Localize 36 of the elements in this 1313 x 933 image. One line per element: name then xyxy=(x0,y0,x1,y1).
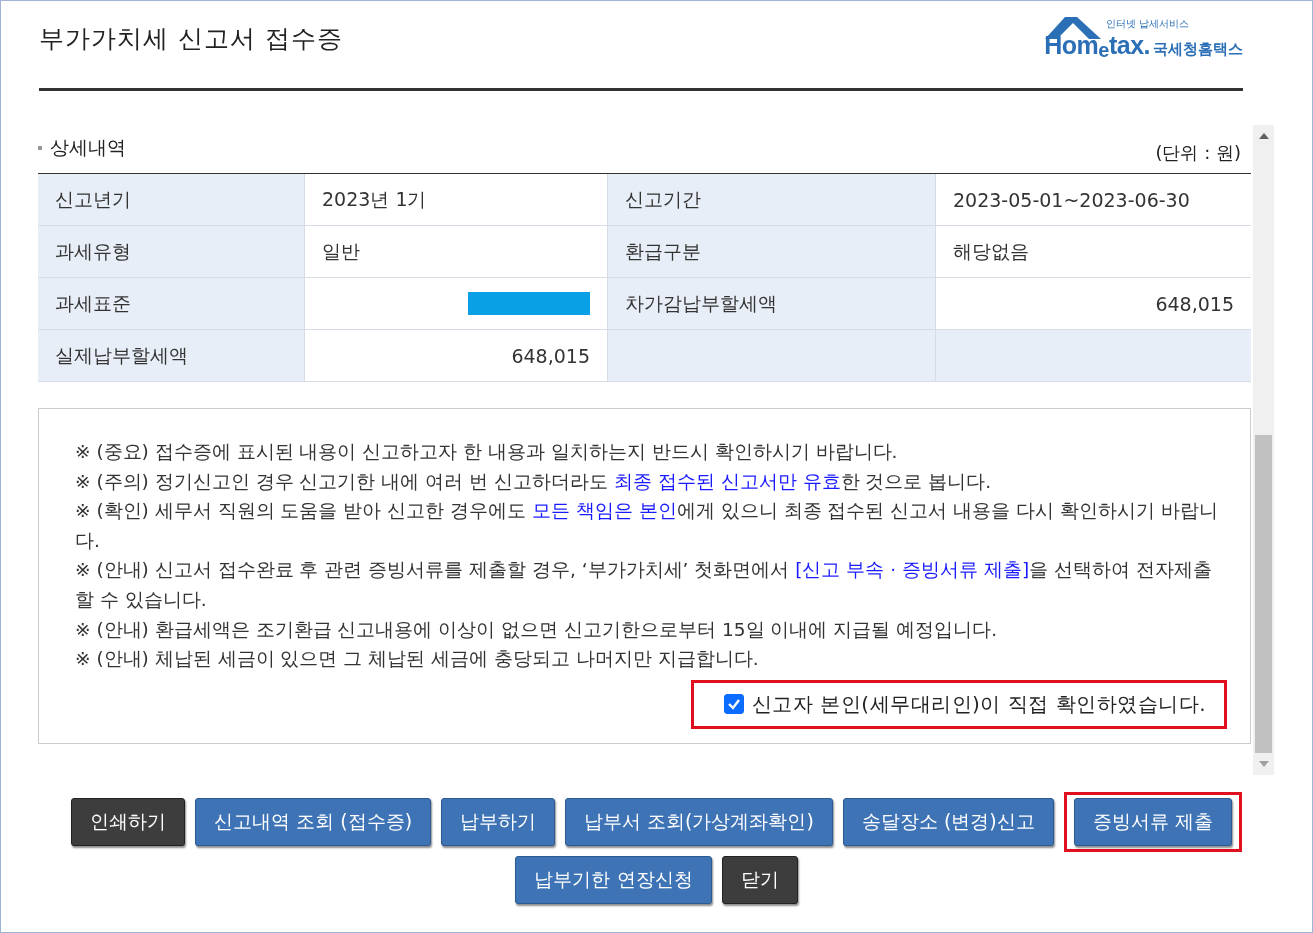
label-cell: 실제납부할세액 xyxy=(38,330,305,382)
section-title: 상세내역 xyxy=(50,135,126,160)
action-button[interactable]: 인쇄하기 xyxy=(71,798,186,846)
scrollbar[interactable] xyxy=(1253,125,1274,775)
table-cell: 해당없음 xyxy=(936,226,1251,278)
logo-wordmark: Hom$_{e}$tax. xyxy=(1044,31,1150,62)
table-cell: 2023-05-01~2023-06-30 xyxy=(936,174,1251,226)
checkbox[interactable] xyxy=(723,694,744,715)
label-cell: 차가감납부할세액 xyxy=(608,278,936,330)
notice-text: ※ (안내) 체납된 세금이 있으면 그 체납된 세금에 충당되고 나머지만 지급합니다. xyxy=(75,647,760,672)
logo-name: 국세청홈택스 xyxy=(1153,40,1243,59)
action-button[interactable]: 납부서 조회(가상계좌확인) xyxy=(565,798,833,846)
scrollbar-thumb[interactable] xyxy=(1255,435,1272,753)
label-cell: 신고기간 xyxy=(608,174,936,226)
confirmation-label: 신고자 본인(세무대리인)이 직접 확인하였습니다. xyxy=(751,690,1206,718)
action-button[interactable]: 신고내역 조회 (접수증) xyxy=(195,798,432,846)
logo-tagline: 인터넷 납세서비스 xyxy=(1106,17,1191,31)
scroll-down-icon[interactable] xyxy=(1258,761,1269,767)
notice-text: ※ (안내) 신고서 접수완료 후 관련 증빙서류를 제출할 경우, ‘부가가치세’ 첫화면에서 [신고 부속 · 증빙서류 제출]을 선택하여 전자제출할 수 있습니다. xyxy=(75,558,1213,612)
scroll-up-icon[interactable] xyxy=(1258,133,1269,139)
label-cell: 과세유형 xyxy=(38,226,305,278)
action-button[interactable]: 납부기한 연장신청 xyxy=(515,856,712,904)
unit-label: (단위 : 원) xyxy=(1155,141,1241,165)
bullet-icon xyxy=(38,146,42,150)
notice-text: ※ (중요) 접수증에 표시된 내용이 신고하고자 한 내용과 일치하는지 반드시 확인하시기 바랍니다. xyxy=(75,440,899,464)
label-cell: 환급구분 xyxy=(608,226,936,278)
action-button[interactable]: 납부하기 xyxy=(441,798,556,846)
page-title: 부가가치세 신고서 접수증 xyxy=(39,23,343,55)
label-cell: 신고년기 xyxy=(38,174,305,226)
notice-text: ※ (주의) 정기신고인 경우 신고기한 내에 여러 번 신고하더라도 최종 접수된 신고서만 유효한 것으로 봅니다. xyxy=(75,469,993,494)
notice-text: ※ (안내) 환급세액은 조기환급 신고내용에 이상이 없으면 신고기한으로부터 15일 이내에 지급될 예정입니다. xyxy=(75,617,999,642)
action-button[interactable]: 증빙서류 제출 xyxy=(1073,798,1232,846)
action-button[interactable]: 송달장소 (변경)신고 xyxy=(842,798,1054,846)
action-button[interactable]: 닫기 xyxy=(721,856,798,904)
notice-text: ※ (확인) 세무서 직원의 도움을 받아 신고한 경우에도 모든 책임은 본인에게 있으니 최종 접수된 신고서 내용을 다시 확인하시기 바랍니다. xyxy=(75,499,1219,553)
label-cell: 과세표준 xyxy=(38,278,305,330)
